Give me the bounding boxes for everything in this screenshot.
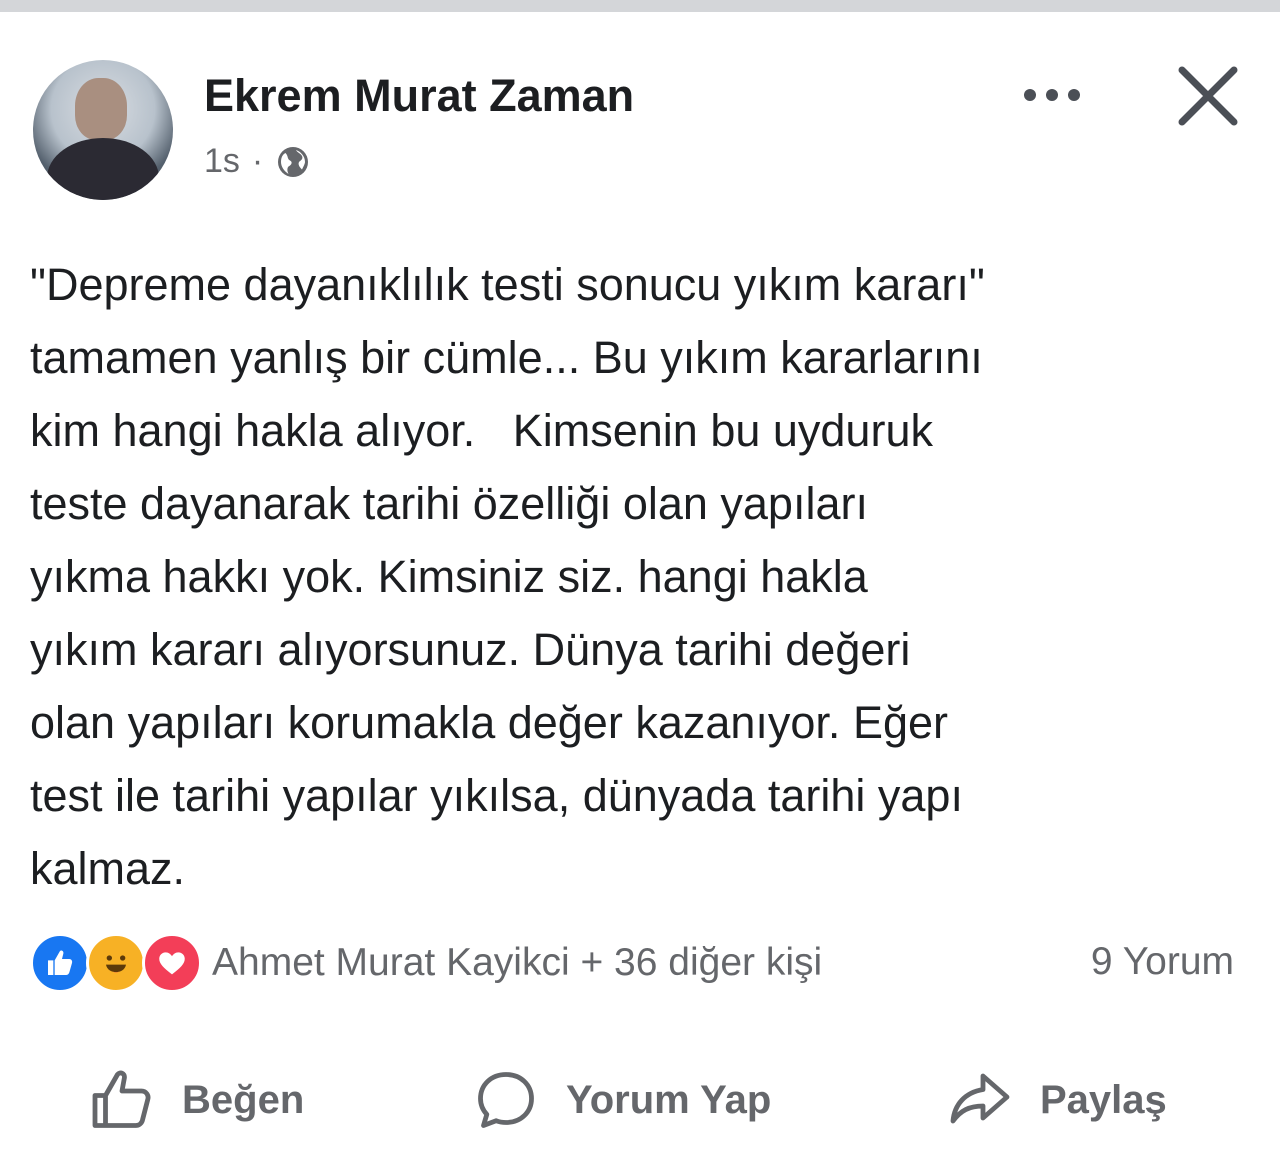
more-options-button[interactable] — [1012, 70, 1092, 120]
top-border — [0, 0, 1280, 12]
post-meta: 1s · — [204, 142, 311, 181]
like-reaction-icon — [30, 933, 90, 993]
close-icon — [1178, 66, 1238, 126]
comment-bubble-icon — [478, 1072, 534, 1128]
globe-icon — [275, 144, 311, 180]
haha-reaction-icon — [86, 933, 146, 993]
reaction-names[interactable]: Ahmet Murat Kayikci + 36 diğer kişi — [212, 941, 822, 985]
post-text-line: olan yapıları korumakla değer kazanıyor.… — [30, 697, 948, 748]
post-text-line: "Depreme dayanıklılık testi sonucu yıkım… — [30, 259, 985, 310]
post-text-line: test ile tarihi yapılar yıkılsa, dünyada… — [30, 770, 963, 821]
thumbs-up-icon — [92, 1070, 151, 1128]
avatar-body — [47, 138, 159, 200]
like-label: Beğen — [182, 1077, 305, 1122]
avatar[interactable] — [33, 60, 173, 200]
reactions-summary[interactable]: Ahmet Murat Kayikci + 36 diğer kişi — [30, 928, 822, 998]
like-button[interactable]: Beğen — [86, 1052, 304, 1148]
post-card: Ekrem Murat Zaman 1s · "Depreme dayanıkl… — [0, 12, 1280, 1151]
post-text-line: teste dayanarak tarihi özelliği olan yap… — [30, 478, 868, 529]
post-text: "Depreme dayanıklılık testi sonucu yıkım… — [30, 248, 1245, 905]
post-time[interactable]: 1s — [204, 142, 240, 181]
post-text-line: kalmaz. — [30, 843, 186, 894]
action-bar: Beğen Yorum Yap Paylaş — [0, 1052, 1280, 1148]
meta-separator: · — [251, 142, 264, 180]
more-dot-icon — [1068, 89, 1080, 101]
more-dot-icon — [1046, 89, 1058, 101]
post-text-line: yıkma hakkı yok. Kimsiniz siz. hangi hak… — [30, 551, 868, 602]
author-name[interactable]: Ekrem Murat Zaman — [204, 70, 634, 122]
post-text-line: tamamen yanlış bir cümle... Bu yıkım kar… — [30, 332, 983, 383]
share-label: Paylaş — [1040, 1077, 1167, 1122]
comments-count[interactable]: 9 Yorum — [1091, 940, 1234, 984]
love-reaction-icon — [142, 933, 202, 993]
post-text-line: kim hangi hakla alıyor. Kimsenin bu uydu… — [30, 405, 933, 456]
comment-button[interactable]: Yorum Yap — [470, 1052, 771, 1148]
share-arrow-icon — [950, 1073, 1010, 1124]
share-button[interactable]: Paylaş — [944, 1052, 1167, 1148]
comment-label: Yorum Yap — [566, 1077, 772, 1122]
close-button[interactable] — [1172, 60, 1244, 132]
post-text-line: yıkım kararı alıyorsunuz. Dünya tarihi d… — [30, 624, 911, 675]
more-dot-icon — [1024, 89, 1036, 101]
avatar-face — [75, 78, 127, 140]
